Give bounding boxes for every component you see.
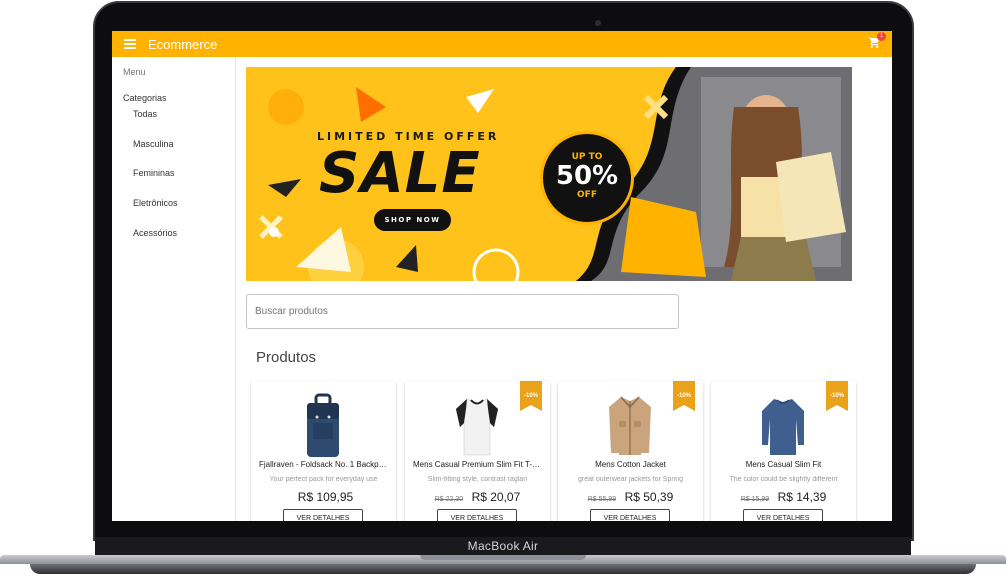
sale-headline: SALE bbox=[319, 141, 481, 206]
products-section-title: Produtos bbox=[256, 349, 317, 366]
hamburger-menu-icon[interactable] bbox=[124, 39, 136, 49]
cart-button[interactable]: 1 bbox=[868, 32, 886, 50]
product-description: Slim-fitting style, contrast raglan bbox=[427, 476, 528, 483]
product-price: R$ 20,07 bbox=[471, 490, 521, 504]
view-details-button[interactable]: VER DETALHES bbox=[590, 509, 670, 521]
laptop-base: MacBook Air bbox=[0, 537, 1006, 578]
backpack-icon bbox=[307, 393, 339, 457]
view-details-button[interactable]: VER DETALHES bbox=[743, 509, 823, 521]
product-card[interactable]: Fjallraven - Foldsack No. 1 Backpack You… bbox=[251, 381, 396, 521]
product-description: Your perfect pack for everyday use bbox=[269, 476, 378, 483]
view-details-button[interactable]: VER DETALHES bbox=[283, 509, 363, 521]
main-content: LIMITED TIME OFFER SALE SHOP NOW UP TO 5… bbox=[236, 57, 892, 521]
sidebar-title: Menu bbox=[123, 67, 146, 77]
device-model-label: MacBook Air bbox=[467, 539, 539, 553]
search-input[interactable] bbox=[246, 294, 679, 329]
tshirt-icon bbox=[455, 398, 499, 456]
product-title[interactable]: Mens Casual Premium Slim Fit T-Shirts bbox=[413, 460, 542, 469]
base-notch bbox=[420, 555, 586, 560]
product-title[interactable]: Fjallraven - Foldsack No. 1 Backpack bbox=[259, 460, 388, 469]
screen: Ecommerce 1 Menu Categorias Todas Mascul… bbox=[112, 31, 892, 521]
sidebar-item-eletronicos[interactable]: Eletrônicos bbox=[133, 198, 178, 208]
product-card[interactable]: -10% Mens Casual Slim Fit The color coul… bbox=[711, 381, 856, 521]
sale-banner[interactable]: LIMITED TIME OFFER SALE SHOP NOW UP TO 5… bbox=[246, 67, 852, 281]
sidebar: Menu Categorias Todas Masculina Feminina… bbox=[112, 57, 236, 521]
discount-badge: UP TO 50% OFF bbox=[540, 131, 634, 225]
product-description: The color could be slightly different bbox=[729, 476, 838, 483]
sidebar-item-femininas[interactable]: Femininas bbox=[133, 168, 175, 178]
cart-count-badge: 1 bbox=[877, 32, 886, 41]
product-card[interactable]: -10% Mens Cotton Jacket great outerwear … bbox=[558, 381, 703, 521]
product-price: R$ 109,95 bbox=[297, 490, 354, 504]
discount-label: -10% bbox=[523, 393, 538, 399]
discount-label: -10% bbox=[676, 393, 691, 399]
app-bar: Ecommerce 1 bbox=[112, 31, 892, 57]
product-description: great outerwear jackets for Spring bbox=[577, 476, 684, 483]
badge-off: OFF bbox=[577, 190, 597, 200]
product-price: R$ 14,39 bbox=[777, 490, 827, 504]
base-bottom bbox=[30, 564, 976, 574]
badge-percent: 50% bbox=[555, 161, 619, 191]
product-prices: R$ 22,30 R$ 20,07 bbox=[405, 488, 550, 506]
sidebar-item-todas[interactable]: Todas bbox=[133, 109, 157, 119]
sidebar-item-acessorios[interactable]: Acessórios bbox=[133, 228, 177, 238]
jacket-icon bbox=[609, 396, 651, 455]
view-details-button[interactable]: VER DETALHES bbox=[437, 509, 517, 521]
product-price: R$ 50,39 bbox=[624, 490, 674, 504]
product-title[interactable]: Mens Cotton Jacket bbox=[566, 460, 695, 469]
product-old-price: R$ 55,99 bbox=[587, 496, 617, 503]
product-prices: R$ 15,99 R$ 14,39 bbox=[711, 488, 856, 506]
product-card[interactable]: -10% Mens Casual Premium Slim Fit T-Shir… bbox=[405, 381, 550, 521]
sidebar-item-masculina[interactable]: Masculina bbox=[133, 139, 174, 149]
categories-label: Categorias bbox=[123, 93, 167, 103]
longsleeve-icon bbox=[762, 399, 804, 455]
product-old-price: R$ 15,99 bbox=[740, 496, 770, 503]
product-prices: R$ 55,99 R$ 50,39 bbox=[558, 488, 703, 506]
shop-now-button[interactable]: SHOP NOW bbox=[374, 209, 451, 231]
discount-label: -10% bbox=[829, 393, 844, 399]
app-title: Ecommerce bbox=[148, 36, 218, 52]
product-title[interactable]: Mens Casual Slim Fit bbox=[719, 460, 848, 469]
product-old-price: R$ 22,30 bbox=[434, 496, 464, 503]
camera-icon bbox=[595, 20, 601, 26]
product-prices: R$ 109,95 bbox=[251, 488, 396, 506]
